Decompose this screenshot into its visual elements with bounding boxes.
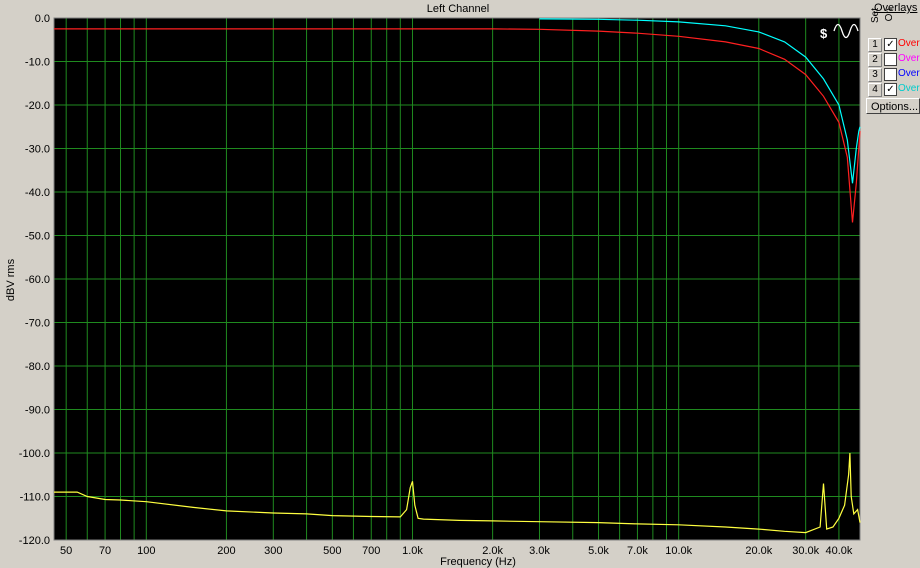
x-tick-label: 30.0k <box>792 545 819 557</box>
x-axis-label: Frequency (Hz) <box>440 556 516 568</box>
overlay-on-checkbox[interactable]: ✓ <box>884 38 897 51</box>
overlay-set-button[interactable]: 2 <box>868 53 882 67</box>
y-tick-label: -120.0 <box>19 535 50 547</box>
dollar-icon: $ <box>820 26 828 41</box>
chart-title: Left Channel <box>427 3 489 15</box>
y-tick-label: -30.0 <box>25 144 50 156</box>
x-tick-label: 100 <box>137 545 155 557</box>
x-tick-label: 70 <box>99 545 111 557</box>
overlay-name: Overlay <box>898 53 920 64</box>
overlay-row-4: 4✓Overlay <box>868 83 920 97</box>
overlay-on-checkbox[interactable] <box>884 53 897 66</box>
x-tick-label: 700 <box>362 545 380 557</box>
x-tick-label: 500 <box>323 545 341 557</box>
y-tick-label: -10.0 <box>25 57 50 69</box>
overlay-set-button[interactable]: 1 <box>868 38 882 52</box>
y-tick-label: -40.0 <box>25 187 50 199</box>
overlay-col-set: Set <box>870 8 881 24</box>
chart: Left Channel 0.0 -10.0 -20.0 -30.0 -40.0 -50.… <box>5 3 861 568</box>
x-tick-label: 5.0k <box>588 545 609 557</box>
y-tick-labels: 0.0 -10.0 -20.0 -30.0 -40.0 -50.0 -60.0 -70.0 -8… <box>19 13 50 547</box>
overlay-on-checkbox[interactable] <box>884 68 897 81</box>
overlay-row-3: 3 Overlay <box>868 68 920 82</box>
x-tick-label: 200 <box>217 545 235 557</box>
overlay-name: Overlay <box>898 83 920 94</box>
y-tick-label: -60.0 <box>25 274 50 286</box>
x-tick-label: 10.0k <box>665 545 692 557</box>
y-tick-label: -110.0 <box>20 492 50 504</box>
overlay-set-button[interactable]: 3 <box>868 68 882 82</box>
x-tick-label: 50 <box>60 545 72 557</box>
x-tick-label: 1.0k <box>402 545 423 557</box>
y-tick-label: 0.0 <box>35 13 50 25</box>
x-tick-label: 7.0k <box>627 545 648 557</box>
overlay-name: Overlay <box>898 68 920 79</box>
x-tick-label: 3.0k <box>529 545 550 557</box>
overlay-name: Overlay <box>898 38 920 49</box>
options-button[interactable]: Options... <box>866 98 920 114</box>
y-tick-label: -100.0 <box>19 448 50 460</box>
overlay-row-2: 2 Overlay <box>868 53 920 67</box>
y-tick-label: -80.0 <box>25 361 50 373</box>
overlay-set-button[interactable]: 4 <box>868 83 882 97</box>
overlay-on-checkbox[interactable]: ✓ <box>884 83 897 96</box>
y-tick-label: -90.0 <box>25 405 50 417</box>
x-tick-label: 40.0k <box>825 545 852 557</box>
y-tick-label: -20.0 <box>25 100 50 112</box>
y-tick-label: -50.0 <box>25 231 50 243</box>
overlay-col-on: On <box>884 8 895 22</box>
y-tick-label: -70.0 <box>25 318 50 330</box>
y-axis-label: dBV rms <box>5 258 17 301</box>
overlay-row-1: 1✓Overlay <box>868 38 920 52</box>
x-tick-label: 20.0k <box>745 545 772 557</box>
x-tick-label: 300 <box>264 545 282 557</box>
